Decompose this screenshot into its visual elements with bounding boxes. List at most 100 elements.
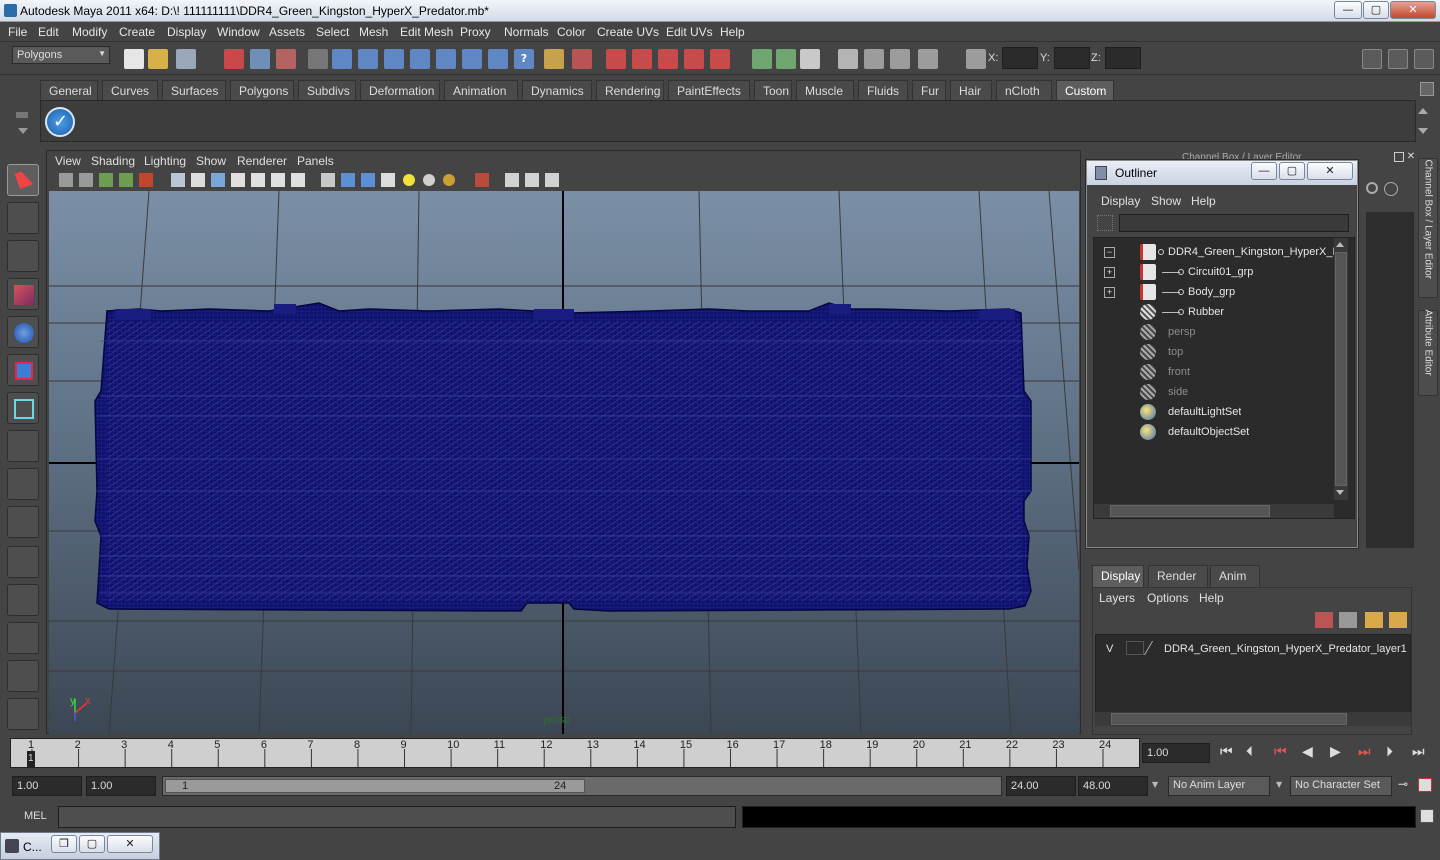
layer-color-swatch[interactable] [1143,641,1167,655]
outliner-maximize-button[interactable]: ▢ [1279,162,1305,180]
layer-tab-anim[interactable]: Anim [1210,565,1260,587]
snap-surface-icon[interactable] [436,49,456,69]
chevron-down-icon[interactable] [18,128,28,134]
quick-render-icon[interactable] [864,49,884,69]
preferences-icon[interactable] [1418,778,1432,792]
animation-start-field[interactable]: 1.00 [12,776,82,796]
tab-painteffects[interactable]: PaintEffects [668,80,750,100]
camera-attributes-icon[interactable] [79,173,93,187]
x-field[interactable] [1002,47,1038,69]
open-scene-icon[interactable] [148,49,168,69]
outliner-item[interactable]: Rubber [1094,302,1329,322]
layer-name[interactable]: DDR4_Green_Kingston_HyperX_Predator_laye… [1164,643,1407,655]
tab-subdivs[interactable]: Subdivs [298,80,356,100]
scale-tool-icon[interactable] [7,354,39,386]
menu-window[interactable]: Window [217,25,260,39]
lasso-tool-icon[interactable] [7,202,39,234]
restore-button[interactable]: ❐ [51,835,77,853]
menu-proxy[interactable]: Proxy [460,25,491,39]
menu-assets[interactable]: Assets [269,25,305,39]
channel-box-toggle-icon[interactable] [1414,49,1434,69]
filter-icon[interactable] [1097,215,1113,231]
layer-menu-help[interactable]: Help [1199,591,1224,605]
output-ops-icon[interactable] [658,49,678,69]
menu-file[interactable]: File [8,25,27,39]
snap-edge-icon[interactable] [462,49,482,69]
outliner-close-button[interactable]: ✕ [1307,162,1353,180]
expand-icon[interactable]: + [1104,287,1115,298]
render-current-icon[interactable] [752,49,772,69]
menu-mesh[interactable]: Mesh [359,25,388,39]
tab-deformation[interactable]: Deformation [360,80,440,100]
scroll-down-icon[interactable] [1336,490,1344,495]
tab-general[interactable]: General [40,80,98,100]
lock-icon[interactable] [544,49,564,69]
outliner-vscrollbar[interactable] [1334,238,1348,500]
maximize-button[interactable]: ▢ [79,835,105,853]
shelf-menu-icon[interactable] [16,112,28,118]
step-back-frame-icon[interactable]: ⏴ [1246,744,1253,760]
select-tool-icon[interactable] [7,164,39,196]
command-input[interactable] [58,806,736,828]
time-slider[interactable]: 1 2 3 4 5 6 7 8 9 10 11 12 13 14 15 16 17 18 19 20 21 22 23 24 … [10,738,1140,768]
outliner-layout-icon[interactable] [7,622,39,654]
transform-input-icon[interactable] [966,49,986,69]
snap-face-icon[interactable] [488,49,508,69]
select-hierarchy-icon[interactable] [224,49,244,69]
outliner-titlebar[interactable]: Outliner — ▢ ✕ [1087,161,1357,185]
play-forwards-icon[interactable]: ▶ [1330,744,1341,760]
character-set-selector[interactable]: No Character Set [1290,776,1392,796]
attribute-editor-toggle-icon[interactable] [1388,49,1408,69]
menu-display[interactable]: Display [167,25,206,39]
tab-curves[interactable]: Curves [102,80,158,100]
input-ops-icon[interactable] [632,49,652,69]
go-to-start-icon[interactable]: ⏮ [1220,744,1233,760]
viewport-menu-show[interactable]: Show [196,154,226,168]
tab-muscle[interactable]: Muscle [796,80,854,100]
layer-menu-layers[interactable]: Layers [1099,591,1135,605]
show-manipulator-icon[interactable] [7,468,39,500]
rotate-lock-icon[interactable] [1366,182,1378,194]
close-button[interactable]: ✕ [107,835,153,853]
default-light-icon[interactable] [403,174,415,186]
display-toggle-icon[interactable] [918,49,938,69]
select-object-icon[interactable] [250,49,270,69]
hypershade-icon[interactable] [838,49,858,69]
viewport-menu-shading[interactable]: Shading [91,154,135,168]
safe-action-icon[interactable] [271,173,285,187]
image-plane-icon[interactable] [119,173,133,187]
step-back-key-icon[interactable]: ⏮ [1274,744,1287,760]
playback-start-field[interactable]: 1.00 [86,776,156,796]
outliner-menu-help[interactable]: Help [1191,194,1216,208]
minimized-window[interactable]: C... ❐ ▢ ✕ [0,832,160,860]
tab-fur[interactable]: Fur [912,80,946,100]
range-slider-handle[interactable]: 1 24 [165,779,585,793]
gate-mask-icon[interactable] [231,173,245,187]
chevron-down-icon[interactable]: ▼ [1276,780,1282,789]
time-slider-ticks[interactable]: 1 2 3 4 5 6 7 8 9 10 11 12 13 14 15 16 17 18 19 20 21 22 23 24 [11,739,1139,767]
menu-normals[interactable]: Normals [504,25,549,39]
snap-curve-icon[interactable] [358,49,378,69]
collapse-icon[interactable]: − [1104,247,1115,258]
tab-animation[interactable]: Animation [444,80,518,100]
universal-manipulator-icon[interactable] [7,392,39,424]
menu-edit[interactable]: Edit [38,25,59,39]
current-frame-marker[interactable]: 1 [27,751,35,767]
safe-title-icon[interactable] [291,173,305,187]
snap-grid-icon[interactable] [332,49,352,69]
hud-icon[interactable] [545,173,559,187]
script-editor-icon[interactable] [1420,809,1434,823]
outliner-minimize-button[interactable]: — [1251,162,1277,180]
single-perspective-layout-icon[interactable] [7,546,39,578]
menu-create-uvs[interactable]: Create UVs [597,25,659,39]
close-panel-icon[interactable]: ✕ [1406,152,1416,162]
new-layer-selected-icon[interactable] [1389,612,1407,628]
field-chart-icon[interactable] [251,173,265,187]
outliner-item[interactable]: persp [1094,322,1329,342]
scroll-down-icon[interactable] [1418,128,1428,134]
rotate-tool-icon[interactable] [7,316,39,348]
command-language-label[interactable]: MEL [24,810,47,822]
tab-dynamics[interactable]: Dynamics [522,80,592,100]
menu-select[interactable]: Select [316,25,349,39]
side-tab-attribute-editor[interactable]: Attribute Editor [1418,310,1438,396]
